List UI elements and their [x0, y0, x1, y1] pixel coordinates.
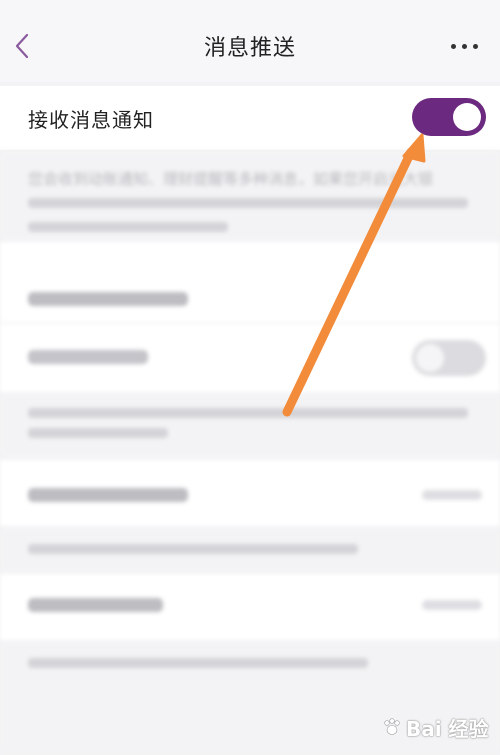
settings-section-header	[0, 242, 500, 322]
settings-toggle-row[interactable]	[0, 324, 500, 392]
settings-list-row[interactable]	[0, 574, 500, 640]
toggle-knob	[453, 103, 481, 131]
notifications-description: 您会收到动账通知、理财提醒等多种消息，如果您开启光大银	[0, 150, 500, 240]
more-dot-icon	[461, 43, 467, 49]
receive-notifications-toggle[interactable]	[412, 98, 486, 136]
settings-row-description	[0, 394, 500, 458]
page-title: 消息推送	[203, 36, 296, 61]
settings-row-description	[0, 528, 500, 572]
settings-list-row[interactable]	[0, 460, 500, 526]
settings-row-toggle[interactable]	[412, 340, 486, 376]
top-nav-bar: 消息推送	[0, 0, 500, 82]
more-dot-icon	[450, 43, 456, 49]
baidu-watermark: Bai 经验	[382, 705, 490, 749]
receive-notifications-label: 接收消息通知	[28, 108, 154, 132]
more-options-button[interactable]	[442, 36, 486, 56]
baidu-paw-icon	[384, 718, 400, 735]
notifications-description-text: 您会收到动账通知、理财提醒等多种消息，如果您开启光大银	[28, 170, 434, 188]
more-dot-icon	[472, 43, 478, 49]
blurred-settings-area: 您会收到动账通知、理财提醒等多种消息，如果您开启光大银	[0, 150, 500, 755]
watermark-text: Bai 经验	[406, 716, 489, 741]
